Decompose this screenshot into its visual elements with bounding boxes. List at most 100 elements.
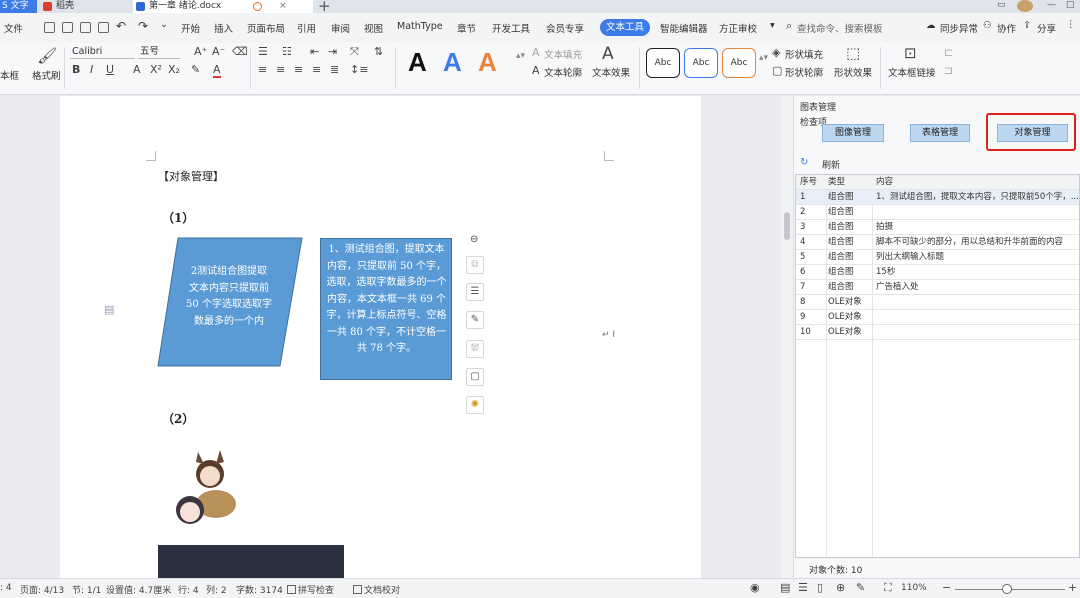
indent-increase-icon[interactable]: ⇥ bbox=[328, 45, 337, 58]
shape-effect-button[interactable]: 形状效果 bbox=[834, 65, 872, 79]
collapse-icon[interactable]: ⊖ bbox=[470, 234, 478, 245]
font-size-select[interactable]: 五号 bbox=[138, 45, 180, 59]
open-icon[interactable] bbox=[62, 22, 73, 33]
write-mode-icon[interactable]: ✎ bbox=[856, 581, 865, 594]
redo-icon[interactable]: ↷ bbox=[138, 19, 148, 33]
table-row[interactable]: 1 组合图 1、测试组合图，提取文本内容，只提取前50个字，... bbox=[796, 190, 1079, 205]
sync-status-button[interactable]: 同步异常 bbox=[940, 21, 978, 35]
menu-page-layout[interactable]: 页面布局 bbox=[247, 21, 285, 35]
pen-icon[interactable]: ✎ bbox=[466, 311, 484, 329]
bullets-icon[interactable]: ☰ bbox=[258, 45, 268, 58]
menu-references[interactable]: 引用 bbox=[297, 21, 316, 35]
text-style-orange[interactable]: A bbox=[478, 47, 497, 78]
shape-style-3[interactable]: Abc bbox=[722, 48, 756, 78]
grow-font-icon[interactable]: A⁺ bbox=[194, 45, 207, 58]
table-row[interactable]: 7 组合图 广告植入处 bbox=[796, 280, 1079, 295]
style-gallery-scroll-icon[interactable]: ▴▾ bbox=[516, 51, 525, 61]
text-style-blue[interactable]: A bbox=[443, 47, 462, 78]
cartoon-illustration[interactable] bbox=[172, 446, 238, 530]
file-menu[interactable]: 文件 bbox=[4, 21, 23, 35]
tab-text-tools[interactable]: 文本工具 bbox=[600, 19, 650, 36]
layout-options-icon[interactable]: ⧉ bbox=[466, 256, 484, 274]
web-view-icon[interactable]: ⊕ bbox=[836, 581, 845, 594]
text-effect-button[interactable]: 文本效果 bbox=[592, 65, 630, 79]
align-right-icon[interactable]: ≡ bbox=[294, 63, 303, 76]
menu-developer[interactable]: 开发工具 bbox=[492, 21, 530, 35]
close-tab-icon[interactable]: × bbox=[279, 0, 287, 13]
next-link-icon[interactable]: ⊐ bbox=[944, 64, 953, 77]
table-row[interactable]: 9 OLE对象 bbox=[796, 310, 1079, 325]
paragraph-tools-icon[interactable]: ▤ bbox=[104, 303, 114, 316]
collab-button[interactable]: 协作 bbox=[997, 21, 1016, 35]
subscript-icon[interactable]: X₂ bbox=[168, 63, 180, 76]
sort-icon[interactable]: ⇅ bbox=[374, 45, 383, 58]
menu-founder-proof[interactable]: 方正审校 bbox=[719, 21, 757, 35]
user-avatar[interactable] bbox=[1017, 0, 1033, 12]
shape-fill-button[interactable]: 形状填充 bbox=[785, 47, 823, 61]
indent-decrease-icon[interactable]: ⇤ bbox=[310, 45, 319, 58]
menu-smart-editor[interactable]: 智能编辑器 bbox=[660, 21, 708, 35]
align-center-icon[interactable]: ≡ bbox=[276, 63, 285, 76]
table-row[interactable]: 5 组合图 列出大纲输入标题 bbox=[796, 250, 1079, 265]
document-tab[interactable]: 第一章 绪论.docx × bbox=[133, 0, 313, 13]
spell-check-toggle[interactable]: 拼写检查 bbox=[287, 583, 334, 596]
print-icon[interactable] bbox=[80, 22, 91, 33]
refresh-button[interactable]: 刷新 bbox=[822, 158, 840, 171]
strikethrough-icon[interactable]: A bbox=[133, 63, 141, 76]
chevron-down-icon[interactable]: ▾ bbox=[770, 20, 775, 31]
shape-style-scroll-icon[interactable]: ▴▾ bbox=[759, 53, 768, 63]
superscript-icon[interactable]: X² bbox=[150, 63, 162, 76]
search-input[interactable]: 查找命令、搜索模板 bbox=[797, 21, 883, 35]
table-management-button[interactable]: 表格管理 bbox=[910, 124, 970, 142]
menu-view[interactable]: 视图 bbox=[364, 21, 383, 35]
zoom-out-icon[interactable]: − bbox=[942, 581, 951, 594]
share-button[interactable]: 分享 bbox=[1037, 21, 1056, 35]
table-row[interactable]: 10 OLE对象 bbox=[796, 325, 1079, 340]
refresh-icon[interactable]: ↻ bbox=[800, 157, 808, 168]
undo-icon[interactable]: ↶ bbox=[116, 19, 126, 33]
table-row[interactable]: 6 组合图 15秒 bbox=[796, 265, 1079, 280]
underline-icon[interactable]: U bbox=[106, 63, 114, 76]
shape-style-1[interactable]: Abc bbox=[646, 48, 680, 78]
text-outline-button[interactable]: 文本轮廓 bbox=[544, 65, 582, 79]
image-management-button[interactable]: 图像管理 bbox=[822, 124, 884, 142]
app-tab[interactable]: S 文字 bbox=[0, 0, 37, 13]
zoom-level[interactable]: 110% bbox=[901, 583, 927, 593]
font-name-select[interactable]: Calibri bbox=[70, 45, 135, 59]
distribute-icon[interactable]: ≣ bbox=[330, 63, 339, 76]
menu-review[interactable]: 审阅 bbox=[331, 21, 350, 35]
more-icon[interactable]: ⌄ bbox=[160, 19, 168, 30]
text-fill-button[interactable]: 文本填充 bbox=[544, 47, 582, 61]
text-style-black[interactable]: A bbox=[408, 47, 427, 78]
maximize-icon[interactable]: □ bbox=[1066, 0, 1075, 13]
daoke-tab[interactable]: 稻壳 bbox=[40, 0, 130, 13]
menu-mathtype[interactable]: MathType bbox=[397, 21, 443, 32]
layout-icon[interactable]: ▭ bbox=[997, 0, 1006, 13]
table-row[interactable]: 3 组合图 拍摄 bbox=[796, 220, 1079, 235]
align-left-icon[interactable]: ≡ bbox=[258, 63, 267, 76]
menu-start[interactable]: 开始 bbox=[181, 21, 200, 35]
highlight-icon[interactable]: ✎ bbox=[191, 63, 200, 76]
italic-icon[interactable]: I bbox=[90, 63, 93, 76]
text-direction-icon[interactable]: ⤧ bbox=[350, 45, 359, 59]
textbox-button-label[interactable]: 本框 bbox=[0, 68, 19, 82]
clear-format-icon[interactable]: ⌫ bbox=[232, 45, 248, 58]
document-scrollbar[interactable] bbox=[781, 96, 793, 578]
zoom-in-icon[interactable]: + bbox=[1068, 581, 1077, 594]
justify-icon[interactable]: ≡ bbox=[312, 63, 321, 76]
preview-icon[interactable] bbox=[98, 22, 109, 33]
menu-insert[interactable]: 插入 bbox=[214, 21, 233, 35]
table-row[interactable]: 8 OLE对象 bbox=[796, 295, 1079, 310]
outline-view-icon[interactable]: ☰ bbox=[798, 581, 808, 594]
page-indicator[interactable]: 页面: 4/13 bbox=[20, 583, 64, 596]
save-icon[interactable] bbox=[44, 22, 55, 33]
line-spacing-icon[interactable]: ↕≡ bbox=[350, 63, 368, 76]
page-view-icon[interactable]: ▤ bbox=[780, 581, 790, 594]
font-color-icon[interactable]: A bbox=[213, 63, 221, 78]
menu-chapter[interactable]: 章节 bbox=[457, 21, 476, 35]
scroll-thumb[interactable] bbox=[784, 212, 790, 240]
textbox-link-button[interactable]: 文本框链接 bbox=[888, 65, 936, 79]
shape-outline-button[interactable]: 形状轮廓 bbox=[785, 65, 823, 79]
eye-protection-icon[interactable]: ◉ bbox=[750, 581, 760, 594]
dark-image[interactable] bbox=[158, 545, 344, 578]
